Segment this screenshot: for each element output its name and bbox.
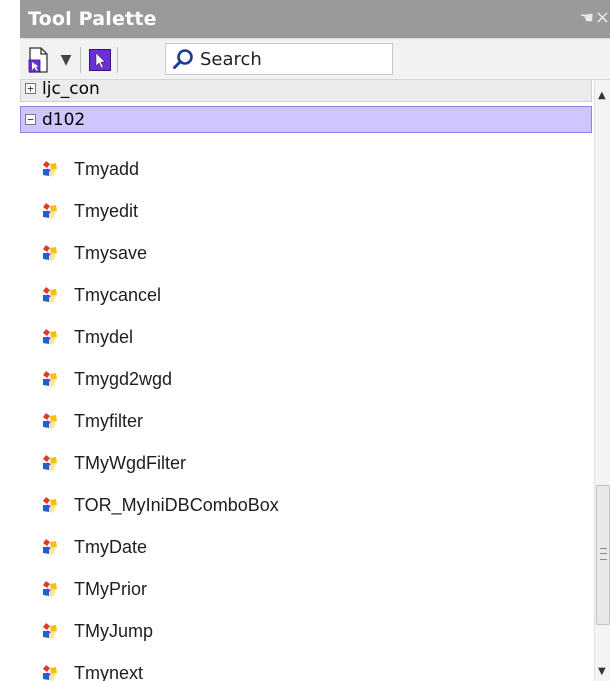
chevron-down-icon[interactable]: ▼: [58, 47, 74, 73]
collapse-icon[interactable]: −: [25, 114, 36, 125]
pin-icon[interactable]: ☚: [580, 8, 594, 27]
toolbar: ▼: [20, 38, 610, 80]
component-label: Tmyadd: [74, 158, 140, 179]
component-item[interactable]: Tmyedit: [20, 196, 580, 226]
tool-palette-window: Tool Palette ☚ × ▼ Search + ljc_con − d1…: [0, 0, 610, 681]
component-item[interactable]: Tmygd2wgd: [20, 364, 580, 394]
scroll-up-icon[interactable]: ▲: [598, 90, 606, 101]
component-icon: [43, 245, 57, 261]
pointer-tool-icon: [89, 49, 111, 71]
component-label: Tmygd2wgd: [74, 368, 173, 389]
category-label: d102: [42, 109, 86, 130]
toolbar-separator: [80, 47, 81, 73]
component-icon: [43, 665, 57, 681]
component-label: Tmycancel: [74, 284, 162, 305]
component-item[interactable]: Tmynext: [20, 658, 580, 681]
title-bar: Tool Palette ☚ ×: [20, 0, 610, 38]
vertical-scrollbar[interactable]: ▲ ▼: [594, 80, 610, 681]
component-item[interactable]: Tmyfilter: [20, 406, 580, 436]
component-icon: [43, 581, 57, 597]
component-icon: [43, 161, 57, 177]
component-item[interactable]: TMyPrior: [20, 574, 580, 604]
scrollbar-thumb[interactable]: [596, 485, 610, 625]
component-icon: [43, 287, 57, 303]
component-icon: [43, 371, 57, 387]
component-item[interactable]: Tmyadd: [20, 154, 580, 184]
component-label: TMyPrior: [74, 578, 147, 599]
component-icon: [43, 455, 57, 471]
component-icon: [43, 329, 57, 345]
window-title: Tool Palette: [28, 8, 157, 30]
search-box[interactable]: [165, 43, 393, 75]
component-item[interactable]: Tmycancel: [20, 280, 580, 310]
component-item[interactable]: TMyWgdFilter: [20, 448, 580, 478]
component-label: TmyDate: [74, 536, 148, 557]
search-icon: [173, 49, 193, 69]
category-label: ljc_con: [42, 80, 100, 99]
component-icon: [43, 413, 57, 429]
component-label: Tmysave: [74, 242, 148, 263]
palette-list: + ljc_con − d102 Tmyadd Tmyedit Tmysave Tmy…: [20, 80, 594, 681]
component-icon: [43, 623, 57, 639]
component-label: Tmydel: [74, 326, 134, 347]
component-item[interactable]: TmyDate: [20, 532, 580, 562]
component-item[interactable]: Tmysave: [20, 238, 580, 268]
component-icon: [43, 497, 57, 513]
expand-icon[interactable]: +: [25, 83, 36, 94]
component-item[interactable]: Tmydel: [20, 322, 580, 352]
component-item[interactable]: TOR_MyIniDBComboBox: [20, 490, 580, 520]
new-package-button[interactable]: [26, 47, 52, 73]
toolbar-separator: [117, 47, 118, 73]
new-package-icon: [28, 47, 48, 73]
component-icon: [43, 203, 57, 219]
component-label: Tmyfilter: [74, 410, 143, 431]
scroll-down-icon[interactable]: ▼: [598, 666, 606, 677]
category-d102[interactable]: − d102: [20, 106, 592, 133]
component-label: TMyJump: [74, 620, 154, 641]
component-label: Tmyedit: [74, 200, 139, 221]
category-ljc-con[interactable]: + ljc_con: [20, 80, 592, 102]
component-label: TMyWgdFilter: [74, 452, 186, 473]
grip-icon: [600, 548, 607, 560]
component-label: TOR_MyIniDBComboBox: [74, 494, 279, 515]
component-icon: [43, 539, 57, 555]
component-item[interactable]: TMyJump: [20, 616, 580, 646]
pointer-tool-button[interactable]: [88, 47, 112, 73]
search-input[interactable]: [194, 48, 380, 70]
close-icon[interactable]: ×: [595, 7, 610, 28]
component-label: Tmynext: [74, 662, 144, 681]
